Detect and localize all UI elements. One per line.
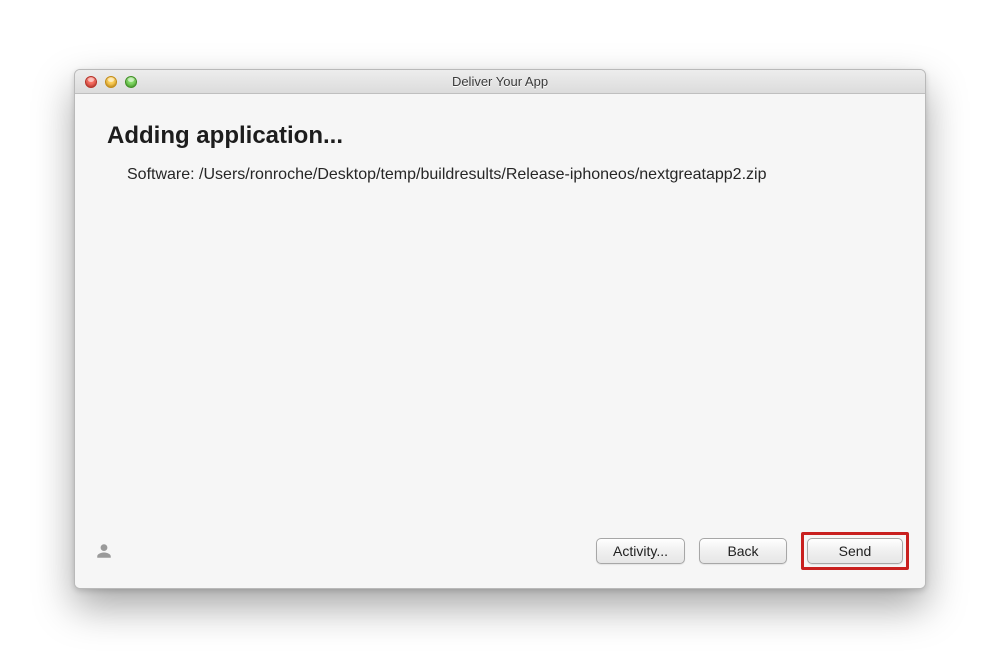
software-line: Software: /Users/ronroche/Desktop/temp/b…: [75, 150, 925, 184]
back-button[interactable]: Back: [699, 538, 787, 564]
footer-bar: Activity... Back Send: [75, 530, 925, 588]
send-button-highlight: Send: [801, 532, 909, 570]
button-row: Activity... Back Send: [596, 532, 909, 570]
maximize-window-button[interactable]: [125, 76, 137, 88]
minimize-window-button[interactable]: [105, 76, 117, 88]
window-title: Deliver Your App: [75, 74, 925, 89]
close-window-button[interactable]: [85, 76, 97, 88]
window-controls: [75, 76, 137, 88]
user-icon: [95, 542, 113, 560]
content-area: Adding application... Software: /Users/r…: [75, 94, 925, 588]
software-label: Software:: [127, 166, 195, 183]
activity-button[interactable]: Activity...: [596, 538, 685, 564]
titlebar: Deliver Your App: [75, 70, 925, 94]
software-path: /Users/ronroche/Desktop/temp/buildresult…: [199, 166, 766, 183]
app-window: Deliver Your App Adding application... S…: [74, 69, 926, 589]
send-button[interactable]: Send: [807, 538, 903, 564]
page-heading: Adding application...: [75, 94, 925, 150]
